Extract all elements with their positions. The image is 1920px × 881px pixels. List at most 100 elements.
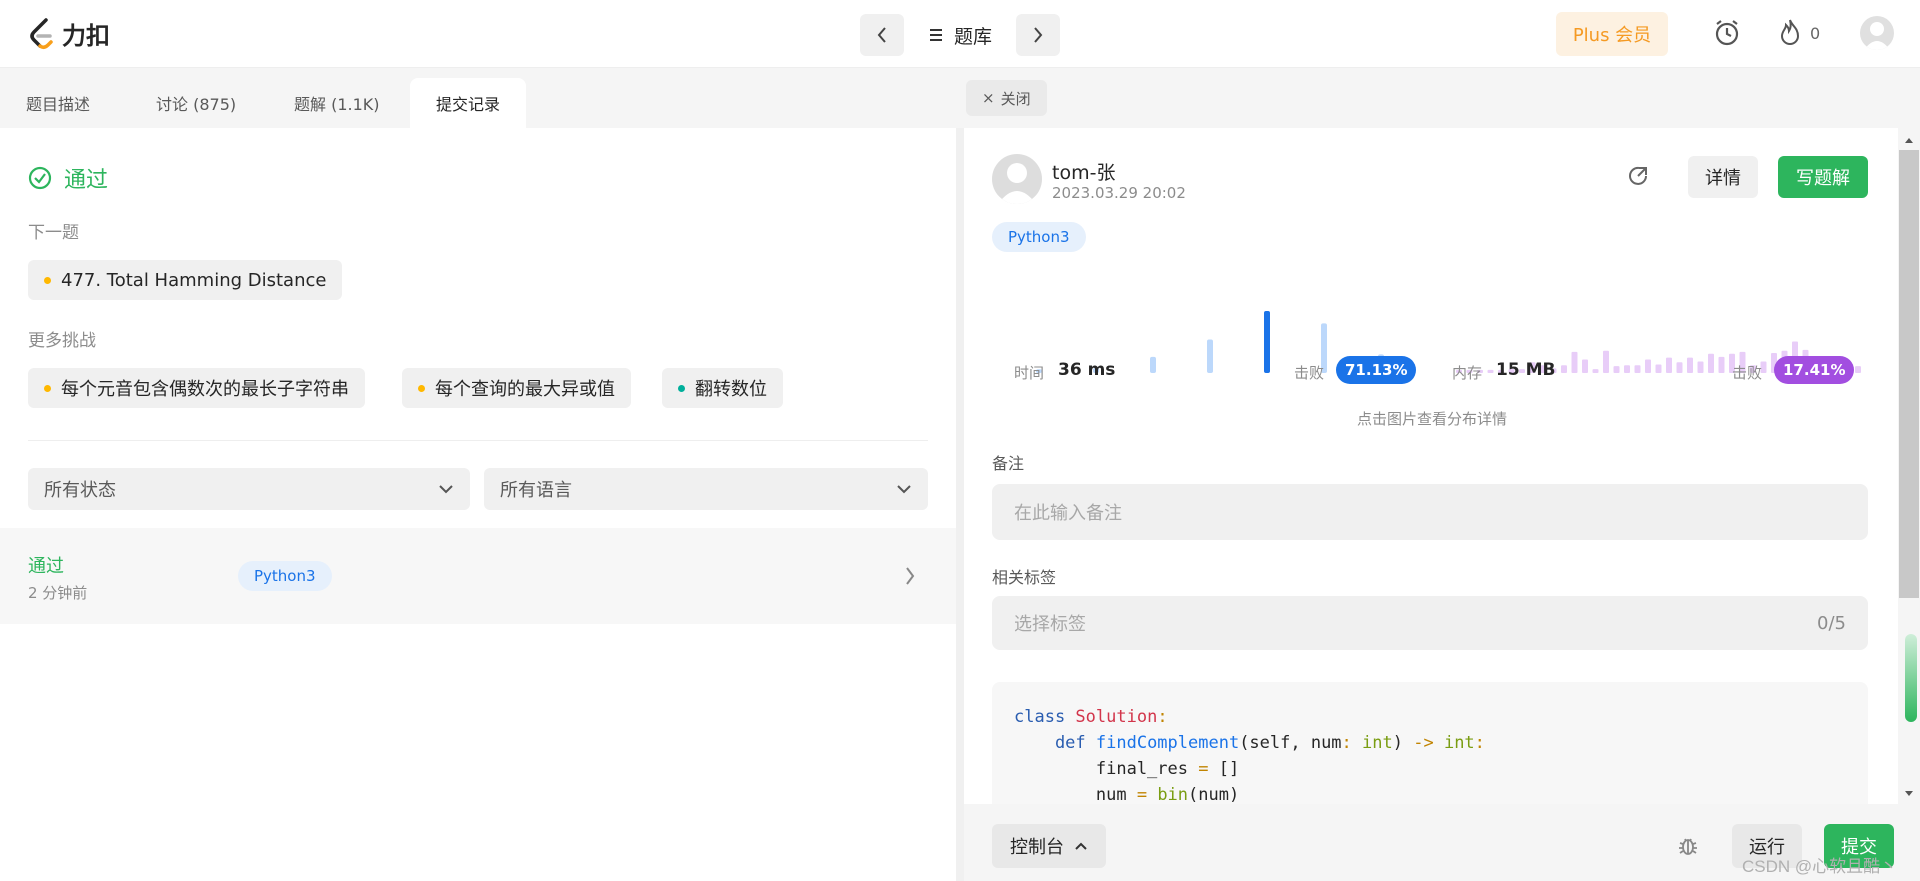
difficulty-dot	[44, 384, 51, 392]
chevron-up-icon	[1075, 842, 1087, 850]
memory-bar	[1603, 350, 1609, 373]
share-icon[interactable]	[1626, 164, 1650, 192]
close-label: 关闭	[1000, 89, 1031, 108]
detail-button[interactable]: 详情	[1688, 156, 1758, 198]
memory-bar	[1718, 356, 1725, 373]
tags-select[interactable]: 选择标签 0/5	[992, 596, 1868, 650]
brand-name: 力扣	[62, 22, 110, 50]
streak-count: 0	[1810, 23, 1821, 43]
avatar[interactable]	[992, 154, 1042, 204]
language-filter-value: 所有语言	[500, 480, 572, 501]
memory-bar	[1687, 357, 1693, 373]
chevron-down-icon	[897, 485, 911, 494]
memory-bar	[1676, 362, 1683, 373]
runtime-label: 时间	[1014, 364, 1045, 382]
fire-icon	[1780, 19, 1800, 45]
tags-label: 相关标签	[992, 568, 1057, 587]
memory-bar	[1582, 359, 1588, 373]
tab-description[interactable]: 题目描述	[0, 78, 116, 128]
debug-icon[interactable]	[1676, 834, 1700, 862]
language-tag: Python3	[992, 222, 1086, 252]
note-input[interactable]: 在此输入备注	[992, 484, 1868, 540]
tab-solutions[interactable]: 题解 (1.1K)	[268, 78, 406, 128]
next-problem-button[interactable]	[1016, 14, 1061, 56]
console-toggle-button[interactable]: 控制台	[992, 824, 1106, 868]
code-token: (self, num	[1239, 733, 1342, 753]
console-label: 控制台	[1010, 837, 1064, 858]
tab-discussion[interactable]: 讨论 (875)	[130, 78, 262, 128]
code-token: (num)	[1188, 785, 1240, 804]
code-token: )	[1392, 733, 1414, 753]
streak-counter[interactable]: 0	[1778, 18, 1820, 48]
next-problem-chip[interactable]: 477. Total Hamming Distance	[28, 260, 343, 300]
chevron-right-icon	[906, 567, 915, 585]
watermark: CSDN @心软且酷丶	[1742, 857, 1898, 876]
code-token: bin	[1157, 785, 1189, 804]
memory-bar	[1645, 359, 1651, 373]
challenge-title: 每个元音包含偶数次的最长子字符串	[61, 379, 349, 400]
tags-count: 0/5	[1817, 612, 1846, 634]
code-line: class Solution:	[1014, 704, 1846, 730]
challenge-chip[interactable]: 翻转数位	[662, 368, 783, 408]
memory-bar	[1634, 365, 1641, 373]
user-avatar[interactable]	[1860, 16, 1894, 50]
submission-detail-panel: tom-张 2023.03.29 20:02 详情 写题解 Python3 时间…	[964, 128, 1898, 804]
submission-row[interactable]: 通过 2 分钟前 Python3	[0, 528, 956, 624]
submitter-name[interactable]: tom-张	[1052, 158, 1115, 185]
memory-bar	[1708, 353, 1714, 373]
chevron-right-icon	[1034, 27, 1043, 43]
runtime-beat-badge: 71.13%	[1336, 356, 1417, 384]
code-token: =	[1198, 759, 1219, 779]
memory-bar	[1592, 369, 1599, 373]
submission-time: 2 分钟前	[28, 584, 88, 602]
chevron-down-icon	[439, 485, 453, 494]
check-circle-icon	[28, 166, 52, 190]
code-line: final_res = []	[1014, 756, 1846, 782]
scroll-down-icon	[1905, 791, 1913, 796]
leetcode-logo-icon	[30, 17, 53, 49]
status-filter-select[interactable]: 所有状态	[28, 468, 470, 510]
brand-logo[interactable]: 力扣	[28, 16, 110, 51]
code-token: ->	[1413, 733, 1444, 753]
close-icon: ×	[982, 89, 995, 107]
alarm-icon[interactable]	[1712, 18, 1742, 52]
write-solution-button[interactable]: 写题解	[1778, 156, 1868, 198]
memory-label: 内存	[1452, 364, 1483, 382]
code-token: :	[1474, 733, 1485, 753]
problem-nav: 题库	[860, 14, 1061, 56]
memory-bar	[1613, 366, 1620, 373]
scroll-progress-indicator	[1905, 634, 1917, 722]
close-submission-tab[interactable]: × 关闭	[966, 80, 1047, 116]
code-editor[interactable]: class Solution: def findComplement(self,…	[992, 682, 1868, 804]
tags-placeholder: 选择标签	[1014, 614, 1086, 635]
difficulty-dot	[44, 276, 51, 284]
scrollbar-thumb[interactable]	[1899, 150, 1919, 598]
prev-problem-button[interactable]	[860, 14, 904, 56]
code-token: :	[1157, 707, 1168, 727]
challenge-title: 翻转数位	[695, 379, 767, 400]
status-text: 通过	[64, 168, 109, 193]
memory-bar	[1855, 366, 1861, 373]
runtime-bar	[1264, 311, 1270, 373]
memory-bar	[1571, 351, 1578, 373]
difficulty-dot	[678, 384, 685, 392]
panel-splitter[interactable]	[956, 128, 964, 881]
scroll-up-icon	[1905, 138, 1913, 143]
tab-submissions[interactable]: 提交记录	[410, 78, 527, 128]
note-placeholder: 在此输入备注	[1014, 503, 1122, 524]
problemset-link[interactable]: 题库	[914, 22, 1006, 49]
code-token: def	[1014, 733, 1096, 753]
code-token: int	[1362, 733, 1393, 753]
plus-member-button[interactable]: Plus 会员	[1556, 12, 1668, 56]
memory-beat-label: 击败	[1732, 364, 1763, 382]
challenge-chip[interactable]: 每个查询的最大异或值	[402, 368, 631, 408]
language-filter-select[interactable]: 所有语言	[484, 468, 928, 510]
code-token: Solution	[1075, 707, 1158, 727]
challenge-chip[interactable]: 每个元音包含偶数次的最长子字符串	[28, 368, 365, 408]
memory-bar	[1624, 365, 1630, 373]
right-tabs: × 关闭	[956, 68, 1920, 128]
code-line: def findComplement(self, num: int) -> in…	[1014, 730, 1846, 756]
code-token: num	[1014, 785, 1137, 804]
runtime-value: 36 ms	[1058, 360, 1116, 380]
memory-value: 15 MB	[1496, 360, 1556, 380]
